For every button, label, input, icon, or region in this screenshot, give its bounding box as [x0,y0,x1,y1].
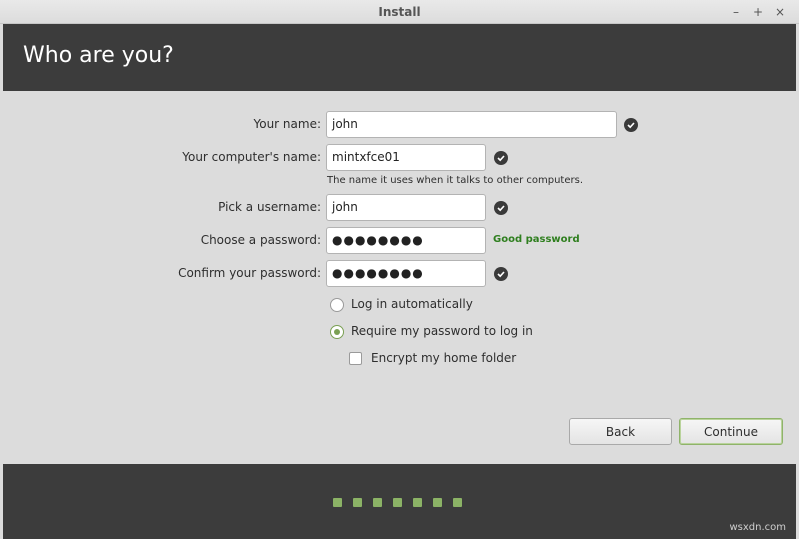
computer-name-valid-check-icon [494,151,508,165]
page-header: Who are you? [3,24,796,91]
require-password-label[interactable]: Require my password to log in [351,324,533,338]
progress-dot [333,498,342,507]
encrypt-home-checkbox[interactable] [349,352,362,365]
username-input[interactable]: john [326,194,486,221]
watermark: wsxdn.com [729,522,786,533]
name-input[interactable]: john [326,111,617,138]
require-password-radio[interactable] [330,325,344,339]
progress-footer: wsxdn.com [3,464,796,539]
password-label: Choose a password: [200,233,321,247]
continue-button[interactable]: Continue [679,418,783,445]
minimize-icon[interactable]: – [725,3,747,21]
window-title: Install [378,4,421,19]
confirm-password-label: Confirm your password: [178,266,321,280]
page-title: Who are you? [23,43,174,68]
title-bar: Install – + × [0,0,799,24]
window-controls: – + × [725,3,791,21]
encrypt-home-label[interactable]: Encrypt my home folder [371,351,516,365]
progress-dot [353,498,362,507]
login-automatically-label[interactable]: Log in automatically [351,297,473,311]
close-icon[interactable]: × [769,3,791,21]
name-label: Your name: [253,117,321,131]
login-automatically-radio[interactable] [330,298,344,312]
computer-name-label: Your computer's name: [182,150,321,164]
confirm-password-valid-check-icon [494,267,508,281]
progress-dot [393,498,402,507]
back-button[interactable]: Back [569,418,672,445]
user-form: Your name: john Your computer's name: mi… [3,91,796,464]
computer-name-input[interactable]: mintxfce01 [326,144,486,171]
progress-dot [413,498,422,507]
password-input[interactable]: ●●●●●●●● [326,227,486,254]
progress-dot [433,498,442,507]
confirm-password-input[interactable]: ●●●●●●●● [326,260,486,287]
password-strength-label: Good password [493,234,580,245]
computer-name-hint: The name it uses when it talks to other … [327,175,584,186]
name-valid-check-icon [624,118,638,132]
username-label: Pick a username: [218,200,321,214]
progress-dots [333,498,462,507]
progress-dot [453,498,462,507]
maximize-icon[interactable]: + [747,3,769,21]
username-valid-check-icon [494,201,508,215]
progress-dot [373,498,382,507]
